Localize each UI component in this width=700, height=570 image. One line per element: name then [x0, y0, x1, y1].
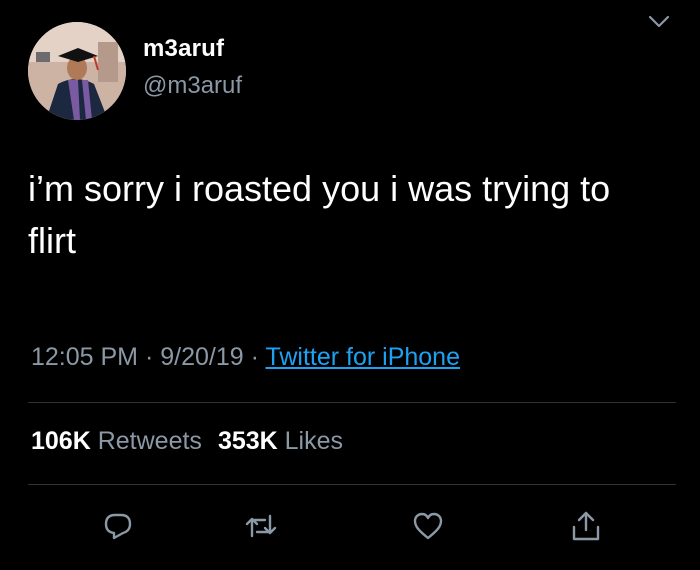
likes-label: Likes [284, 427, 344, 455]
retweets-count: 106K [31, 427, 91, 455]
likes-count: 353K [217, 427, 278, 455]
tweet-date[interactable]: 9/20/19 [160, 343, 243, 371]
share-button[interactable] [566, 506, 606, 546]
chevron-down-icon[interactable] [646, 10, 672, 32]
separator: · [144, 343, 154, 371]
like-button[interactable] [408, 506, 448, 546]
display-name[interactable]: m3aruf [143, 35, 224, 63]
avatar-photo [28, 22, 126, 120]
user-handle[interactable]: @m3aruf [143, 72, 242, 100]
reply-button[interactable] [98, 506, 138, 546]
likes-stat[interactable]: 353K Likes [218, 427, 343, 455]
tweet-text: i’m sorry i roasted you i was trying to … [28, 168, 611, 261]
tweet-metadata: 12:05 PM · 9/20/19 · Twitter for iPhone [31, 343, 460, 372]
retweets-stat[interactable]: 106K Retweets [31, 427, 202, 455]
source-link[interactable]: Twitter for iPhone [265, 343, 460, 371]
divider [28, 402, 676, 403]
tweet-stats: 106K Retweets 353K Likes [31, 427, 343, 456]
retweets-label: Retweets [97, 427, 202, 455]
divider [28, 484, 676, 485]
reply-icon [104, 513, 132, 540]
share-icon [572, 511, 600, 541]
tweet-time[interactable]: 12:05 PM [31, 343, 138, 371]
like-icon [413, 512, 443, 540]
avatar[interactable] [28, 22, 126, 120]
retweet-button[interactable] [241, 506, 281, 546]
separator: · [250, 343, 259, 371]
retweet-icon [245, 514, 277, 538]
